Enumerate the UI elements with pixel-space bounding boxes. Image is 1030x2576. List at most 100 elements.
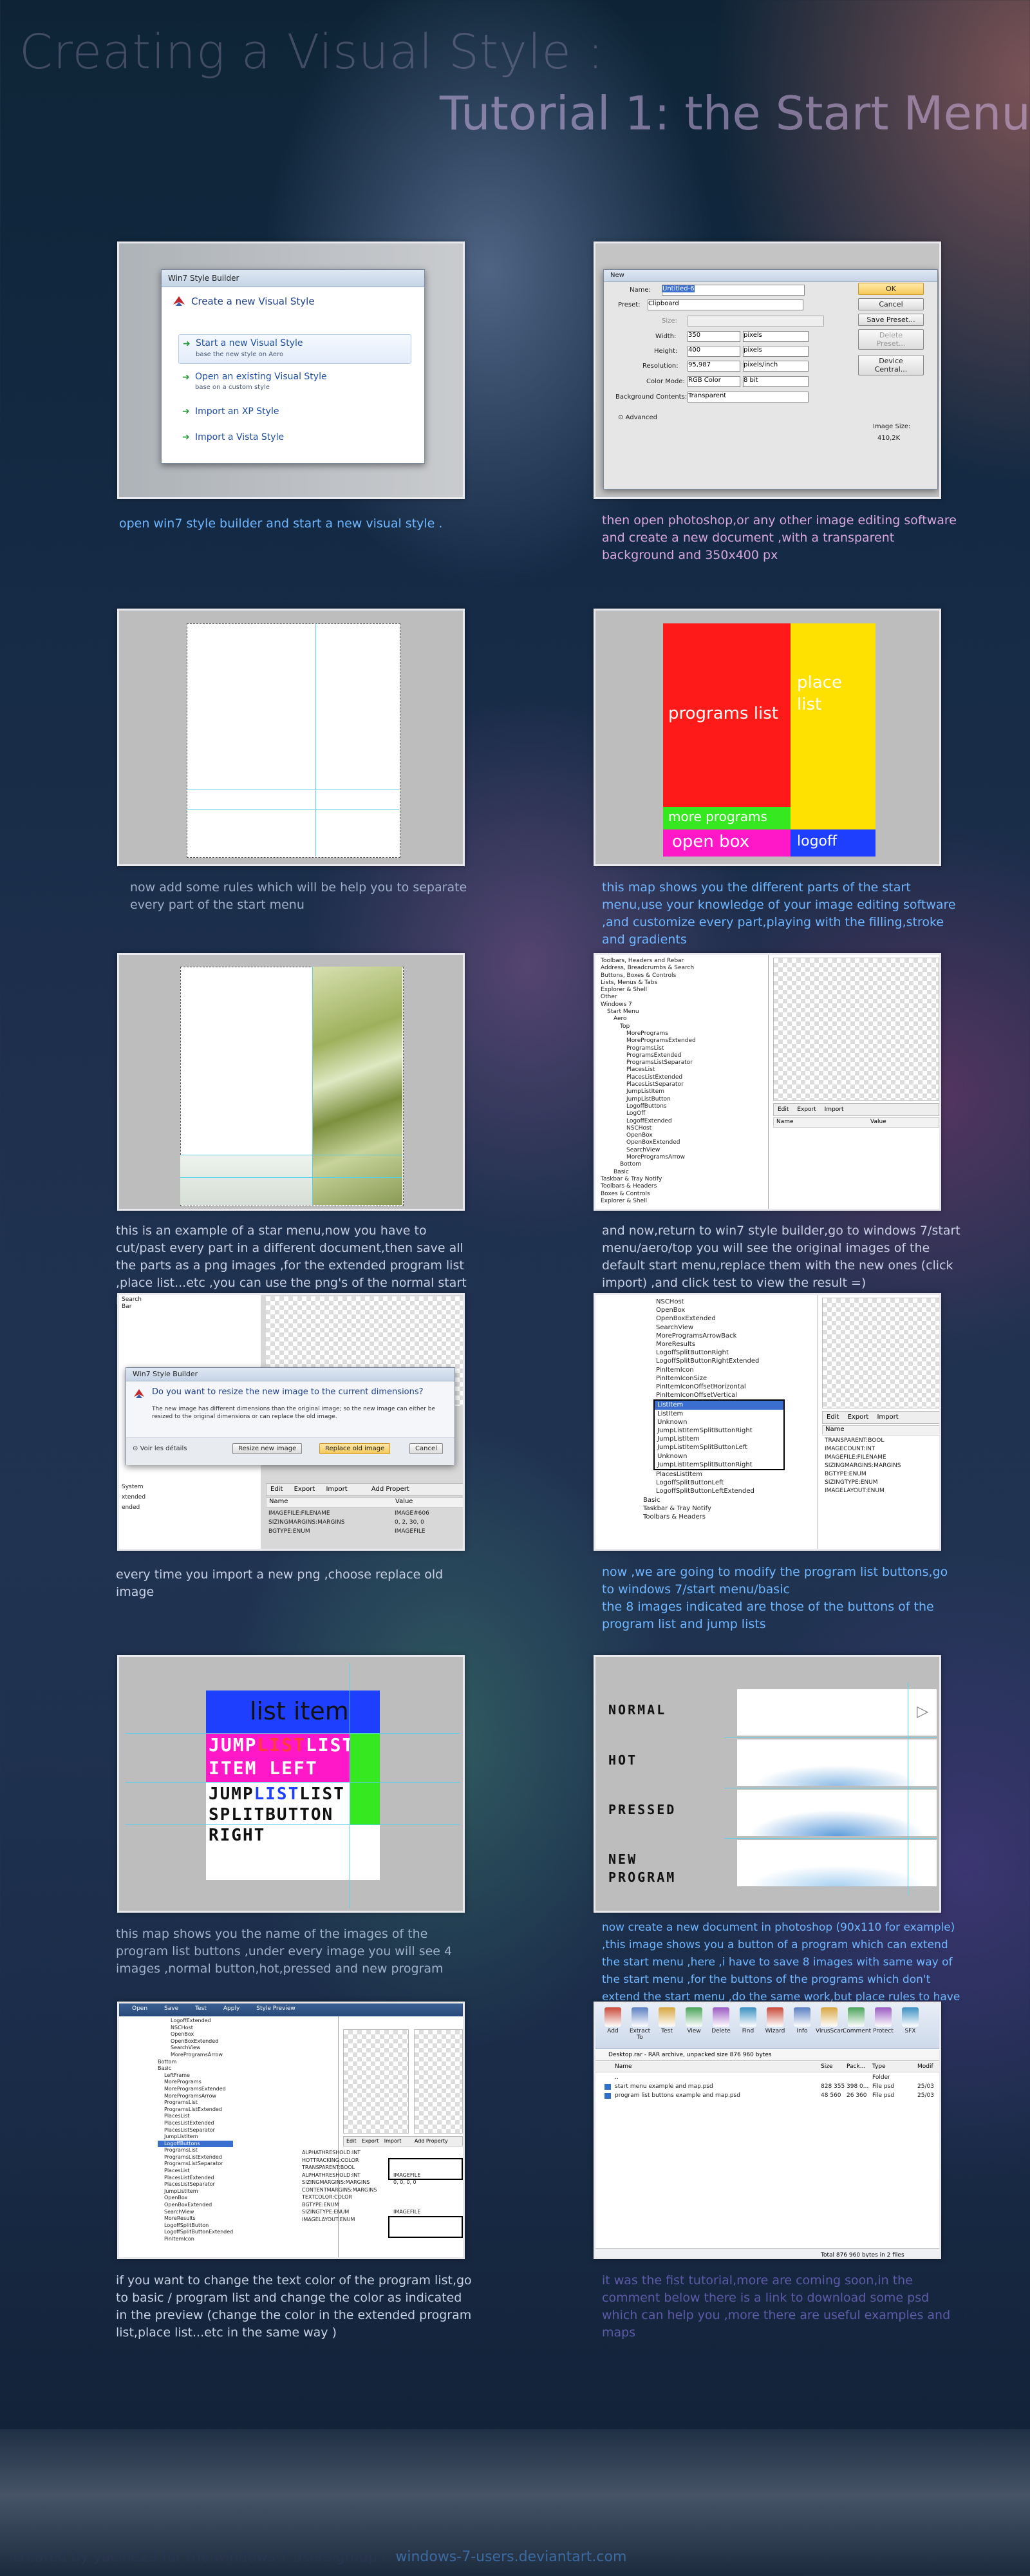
tree-item[interactable]: NSCHost bbox=[158, 2025, 233, 2032]
tree-item[interactable]: System bbox=[122, 1482, 145, 1492]
col-size[interactable]: Size bbox=[821, 2061, 832, 2072]
name-field[interactable]: Untitled-6 bbox=[662, 285, 805, 296]
property-name[interactable]: TEXTCOLOR:COLOR bbox=[302, 2193, 377, 2201]
tree-item[interactable]: JumpListItemSplitButtonRight bbox=[655, 1461, 783, 1469]
export-button[interactable]: Export bbox=[362, 2138, 379, 2144]
tree-item[interactable]: MoreResults bbox=[641, 1340, 785, 1349]
toolbar-button[interactable]: Find bbox=[735, 2006, 762, 2034]
tree-item[interactable]: ended bbox=[122, 1502, 145, 1513]
option-import-xp[interactable]: ➜ Import an XP Style bbox=[178, 405, 410, 421]
tree-item[interactable]: PlacesListExtended bbox=[158, 2175, 233, 2182]
tree-item[interactable]: ProgramsListExtended bbox=[158, 2107, 233, 2114]
tree-item[interactable]: SearchView bbox=[641, 1323, 785, 1332]
property-name[interactable]: TRANSPARENT:BOOL bbox=[302, 2164, 377, 2172]
tree-item[interactable]: LogoffExtended bbox=[601, 1118, 696, 1125]
tree-item[interactable]: LogoffSplitButton bbox=[158, 2222, 233, 2230]
tree-item[interactable]: ProgramsList bbox=[158, 2099, 233, 2107]
height-unit-select[interactable]: pixels bbox=[743, 346, 809, 357]
tree-item[interactable]: PlacesListItem bbox=[641, 1470, 785, 1479]
colormode-select[interactable]: RGB Color bbox=[688, 376, 740, 387]
toolbar-button[interactable]: Test bbox=[653, 2006, 680, 2034]
export-button[interactable]: Export bbox=[294, 1486, 315, 1493]
tree-item[interactable]: ProgramsList bbox=[601, 1045, 696, 1052]
tree-item[interactable]: MoreProgramsExtended bbox=[601, 1037, 696, 1045]
property-name[interactable]: IMAGELAYOUT:ENUM bbox=[302, 2216, 377, 2224]
property-name[interactable]: IMAGEFILE:FILENAME bbox=[825, 1454, 901, 1462]
tree-item[interactable]: LogoffSplitButtonExtended bbox=[158, 2229, 233, 2236]
tree-item[interactable]: Toolbars, Headers and Rebar bbox=[601, 958, 696, 965]
toolbar-button[interactable]: Protect bbox=[870, 2006, 897, 2034]
background-select[interactable]: Transparent bbox=[688, 392, 809, 402]
toolbar-button[interactable]: SFX bbox=[897, 2006, 924, 2034]
tree-item[interactable]: Bottom bbox=[158, 2059, 233, 2066]
tree-item[interactable]: LogoffSplitButtonLeft bbox=[641, 1479, 785, 1487]
tree-item[interactable]: MoreProgramsExtended bbox=[158, 2086, 233, 2093]
import-button[interactable]: Import bbox=[326, 1486, 347, 1493]
width-unit-select[interactable]: pixels bbox=[743, 331, 809, 342]
toolbar-button[interactable]: View bbox=[680, 2006, 707, 2034]
tree-item[interactable]: NSCHost bbox=[641, 1298, 785, 1306]
property-row[interactable]: IMAGEFILE:FILENAME IMAGE#606 bbox=[268, 1509, 462, 1518]
tree-item[interactable]: SearchView bbox=[601, 1147, 696, 1154]
tree-item[interactable]: Bottom bbox=[601, 1161, 696, 1168]
tree-item[interactable]: PlacesList bbox=[601, 1066, 696, 1074]
import-button[interactable]: Import bbox=[384, 2138, 402, 2144]
option-start-new[interactable]: ➜ Start a new Visual Style base the new … bbox=[178, 334, 411, 364]
toolbar-button[interactable]: Delete bbox=[707, 2006, 735, 2034]
tree-item[interactable]: Top bbox=[601, 1023, 696, 1030]
tree-item[interactable]: xtended bbox=[122, 1492, 145, 1502]
tree-item[interactable]: PlacesListSeparator bbox=[601, 1081, 696, 1088]
menu-item[interactable]: Save bbox=[164, 2005, 178, 2012]
tree-item[interactable]: JumpListItem bbox=[158, 2188, 233, 2195]
ok-button[interactable]: OK bbox=[858, 283, 924, 295]
toolbar-button[interactable]: Wizard bbox=[762, 2006, 789, 2034]
device-central-button[interactable]: Device Central... bbox=[858, 355, 924, 375]
tree-item[interactable]: OpenBox bbox=[601, 1132, 696, 1139]
tree-item[interactable]: Unknown bbox=[655, 1418, 783, 1426]
option-import-vista[interactable]: ➜ Import a Vista Style bbox=[178, 431, 410, 446]
tree-item[interactable]: Lists, Menus & Tabs bbox=[601, 980, 696, 987]
property-name[interactable]: HOTTRACKING:COLOR bbox=[302, 2157, 377, 2164]
file-row[interactable]: program list buttons example and map.psd… bbox=[595, 2091, 939, 2100]
toolbar-button[interactable]: VirusScan bbox=[816, 2006, 844, 2034]
tree-item[interactable]: MorePrograms bbox=[158, 2079, 233, 2086]
tree-item[interactable]: ListItem bbox=[655, 1401, 783, 1410]
property-name[interactable]: TRANSPARENT:BOOL bbox=[825, 1437, 901, 1445]
tree-item[interactable]: Bar bbox=[122, 1303, 142, 1311]
tree-item[interactable]: Toolbars & Headers bbox=[641, 1513, 785, 1521]
option-open-existing[interactable]: ➜ Open an existing Visual Style base on … bbox=[178, 370, 410, 395]
menu-item[interactable]: Open bbox=[132, 2005, 147, 2012]
tree-item[interactable]: JumpListButton bbox=[601, 1096, 696, 1103]
tree-item[interactable]: OpenBoxExtended bbox=[601, 1139, 696, 1146]
menu-item[interactable]: Apply bbox=[223, 2005, 239, 2012]
tree-item[interactable]: LogoffButtons bbox=[601, 1103, 696, 1110]
tree-item[interactable]: Start Menu bbox=[601, 1009, 696, 1016]
tree-item[interactable]: MorePrograms bbox=[601, 1030, 696, 1037]
tree-item[interactable]: ProgramsExtended bbox=[601, 1052, 696, 1059]
property-name[interactable]: SIZINGMARGINS:MARGINS bbox=[825, 1462, 901, 1470]
tree-item[interactable]: Unknown bbox=[655, 1452, 783, 1461]
tree-item[interactable]: LogoffButtons bbox=[158, 2140, 234, 2148]
cancel-button[interactable]: Cancel bbox=[858, 298, 924, 310]
tree-item[interactable]: SearchView bbox=[158, 2045, 233, 2052]
tree-item[interactable]: LeftFrame bbox=[158, 2072, 233, 2079]
preset-select[interactable]: Clipboard bbox=[648, 299, 803, 310]
tree-item[interactable]: LogoffSplitButtonLeftExtended bbox=[641, 1487, 785, 1495]
tree-item[interactable]: PinItemIconSize bbox=[641, 1374, 785, 1383]
tree-item[interactable]: OpenBoxExtended bbox=[158, 2202, 233, 2209]
tree-item[interactable]: ProgramsList bbox=[158, 2147, 233, 2154]
property-name[interactable]: ALPHATHRESHOLD:INT bbox=[302, 2172, 377, 2179]
tree-item[interactable]: Other bbox=[601, 994, 696, 1001]
col-type[interactable]: Type bbox=[872, 2061, 886, 2072]
tree-item[interactable]: LogoffExtended bbox=[158, 2018, 233, 2025]
export-button[interactable]: Export bbox=[797, 1106, 816, 1113]
tree-item[interactable]: PlacesListExtended bbox=[158, 2120, 233, 2127]
tree-item[interactable]: PlacesListSeparator bbox=[158, 2127, 233, 2134]
tree-item[interactable]: Boxes & Controls bbox=[601, 1191, 696, 1198]
tree-item[interactable]: Windows 7 bbox=[601, 1001, 696, 1009]
tree-item[interactable]: PinItemIcon bbox=[641, 1366, 785, 1374]
toolbar-button[interactable]: Info bbox=[789, 2006, 816, 2034]
tree-item[interactable]: PlacesList bbox=[158, 2168, 233, 2175]
tree-item[interactable]: JumpListItemSplitButtonRight bbox=[655, 1426, 783, 1435]
tree-item[interactable]: Address, Breadcrumbs & Search bbox=[601, 965, 696, 972]
